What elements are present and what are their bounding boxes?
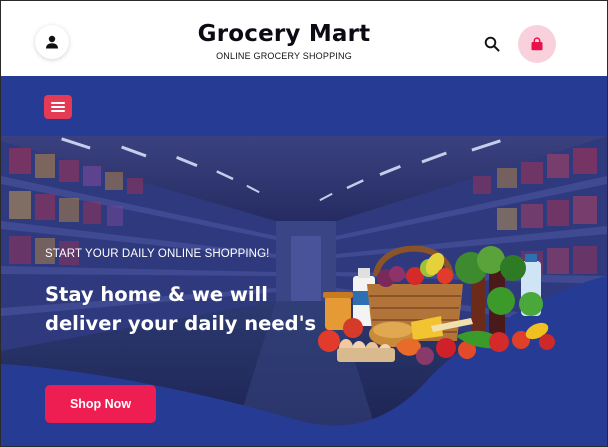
search-icon bbox=[484, 36, 500, 52]
account-button[interactable] bbox=[35, 25, 69, 59]
shop-now-button[interactable]: Shop Now bbox=[45, 385, 156, 423]
hero-banner: START YOUR DAILY ONLINE SHOPPING! Stay h… bbox=[1, 136, 607, 446]
page: Grocery Mart ONLINE GROCERY SHOPPING STA… bbox=[0, 0, 608, 447]
hero-headline: Stay home & we will deliver your daily n… bbox=[45, 280, 325, 338]
hamburger-menu-icon bbox=[51, 102, 65, 112]
brand-title: Grocery Mart bbox=[197, 21, 371, 47]
hero-headline-line-1: Stay home & we will bbox=[45, 283, 268, 306]
cart-button[interactable] bbox=[518, 25, 556, 63]
menu-button[interactable] bbox=[44, 95, 72, 119]
site-header: Grocery Mart ONLINE GROCERY SHOPPING bbox=[1, 1, 607, 76]
brand-subtitle: ONLINE GROCERY SHOPPING bbox=[216, 51, 352, 61]
hero-kicker: START YOUR DAILY ONLINE SHOPPING! bbox=[45, 248, 270, 260]
brand[interactable]: Grocery Mart ONLINE GROCERY SHOPPING bbox=[171, 21, 397, 61]
user-icon bbox=[46, 35, 58, 49]
search-button[interactable] bbox=[481, 33, 503, 55]
nav-bar bbox=[1, 76, 607, 136]
hero-headline-line-2: deliver your daily need's bbox=[45, 312, 317, 335]
shopping-bag-icon bbox=[531, 37, 543, 51]
